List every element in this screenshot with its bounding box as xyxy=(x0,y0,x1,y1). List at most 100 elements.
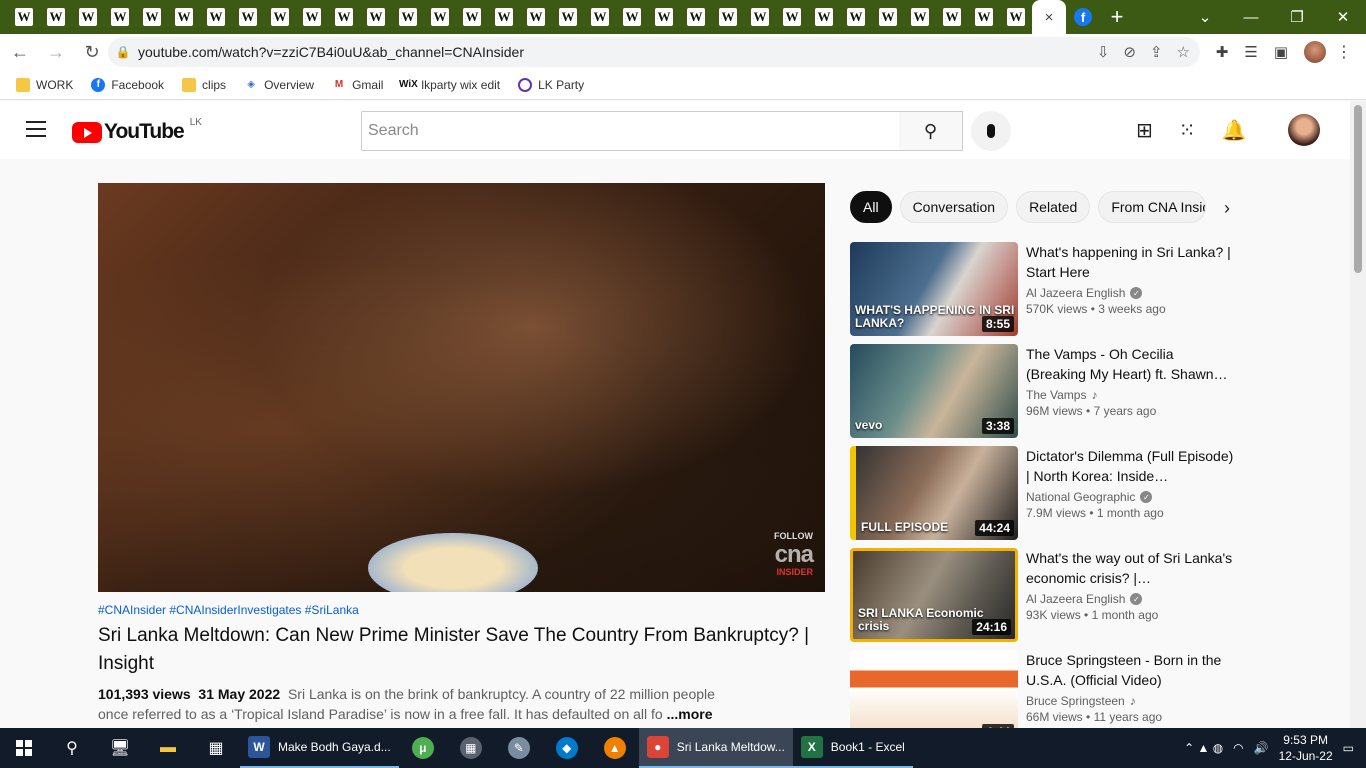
browser-tab[interactable]: W xyxy=(72,0,104,34)
side-panel-icon[interactable]: ▣ xyxy=(1274,43,1288,61)
browser-tab[interactable]: W xyxy=(744,0,776,34)
scrollbar-thumb[interactable] xyxy=(1354,105,1362,273)
browser-tab[interactable]: W xyxy=(328,0,360,34)
vscode-icon[interactable]: ◆ xyxy=(543,728,591,768)
active-tab[interactable]: × xyxy=(1032,0,1066,34)
tab-search-icon[interactable]: ⌄ xyxy=(1182,0,1228,34)
browser-tab[interactable]: W xyxy=(520,0,552,34)
browser-tab[interactable]: W xyxy=(904,0,936,34)
bookmark-item[interactable]: M Gmail xyxy=(332,78,384,92)
browser-tab[interactable]: W xyxy=(840,0,872,34)
recommendation-title[interactable]: What's the way out of Sri Lanka's econom… xyxy=(1026,548,1236,588)
channel-name[interactable]: Bruce Springsteen xyxy=(1026,694,1125,708)
browser-tab[interactable]: W xyxy=(808,0,840,34)
youtube-logo[interactable]: YouTube LK xyxy=(72,117,202,144)
bookmark-item[interactable]: f Facebook xyxy=(91,77,164,92)
recommendation-title[interactable]: Bruce Springsteen - Born in the U.S.A. (… xyxy=(1026,650,1236,690)
notifications-bell-icon[interactable]: 🔔 xyxy=(1222,118,1247,143)
browser-tab[interactable]: W xyxy=(712,0,744,34)
profile-avatar[interactable] xyxy=(1304,41,1326,63)
volume-icon[interactable]: 🔊 xyxy=(1254,741,1269,755)
computer-icon[interactable]: 🖥 xyxy=(96,728,144,768)
channel-name[interactable]: The Vamps xyxy=(1026,388,1086,402)
file-explorer-icon[interactable]: ▬ xyxy=(144,728,192,768)
taskbar-app[interactable]: W Make Bodh Gaya.d... xyxy=(240,728,399,768)
vlc-icon[interactable]: ▲ xyxy=(591,728,639,768)
bookmark-item[interactable]: clips xyxy=(182,77,226,92)
browser-tab[interactable]: W xyxy=(136,0,168,34)
browser-tab[interactable]: W xyxy=(360,0,392,34)
bookmark-item[interactable]: WORK xyxy=(16,77,73,92)
browser-tab[interactable]: W xyxy=(872,0,904,34)
video-thumbnail[interactable]: WHAT'S HAPPENING IN SRI LANKA? 8:55 xyxy=(850,242,1018,336)
browser-tab[interactable]: W xyxy=(424,0,456,34)
browser-tab[interactable]: W xyxy=(552,0,584,34)
share-icon[interactable]: ⇪ xyxy=(1150,43,1163,61)
restore-button[interactable]: ❐ xyxy=(1274,0,1320,34)
extensions-puzzle-icon[interactable]: ✚ xyxy=(1216,43,1229,61)
apps-grid-icon[interactable]: ⁙ xyxy=(1179,118,1196,143)
browser-tab[interactable]: W xyxy=(1000,0,1032,34)
browser-tab[interactable]: W xyxy=(392,0,424,34)
voice-search-button[interactable] xyxy=(971,111,1011,151)
browser-tab[interactable]: W xyxy=(968,0,1000,34)
video-description[interactable]: 101,393 views 31 May 2022 Sri Lanka is o… xyxy=(98,684,738,724)
chrome-menu-icon[interactable]: ⋮ xyxy=(1336,34,1352,70)
recommendation-title[interactable]: The Vamps - Oh Cecilia (Breaking My Hear… xyxy=(1026,344,1236,384)
taskbar-app[interactable]: ● Sri Lanka Meltdow... xyxy=(638,728,793,768)
browser-tab[interactable]: W xyxy=(8,0,40,34)
browser-tab[interactable]: W xyxy=(648,0,680,34)
close-tab-icon[interactable]: × xyxy=(1045,9,1054,26)
video-thumbnail[interactable]: SRI LANKA Economic crisis 24:16 xyxy=(850,548,1018,642)
recommendation-item[interactable]: SRI LANKA Economic crisis 24:16 What's t… xyxy=(850,548,1240,650)
control-panel-icon[interactable]: ▦ xyxy=(192,728,240,768)
clock[interactable]: 9:53 PM 12-Jun-22 xyxy=(1279,732,1333,764)
show-more-link[interactable]: ...more xyxy=(667,706,713,722)
taskbar-app[interactable]: X Book1 - Excel xyxy=(792,728,913,768)
filter-chip[interactable]: Related xyxy=(1016,191,1091,223)
channel-name[interactable]: National Geographic xyxy=(1026,490,1135,504)
minimize-button[interactable]: — xyxy=(1228,0,1274,34)
account-avatar[interactable] xyxy=(1288,114,1320,146)
bookmark-star-icon[interactable]: ☆ xyxy=(1177,43,1190,61)
browser-tab[interactable]: W xyxy=(168,0,200,34)
browser-tab[interactable]: W xyxy=(104,0,136,34)
back-button[interactable]: ← xyxy=(4,36,36,68)
filter-chip[interactable]: From CNA Insider xyxy=(1098,191,1207,223)
browser-tab[interactable]: W xyxy=(456,0,488,34)
recommendation-item[interactable]: FULL EPISODE 44:24 Dictator's Dilemma (F… xyxy=(850,446,1240,548)
close-window-button[interactable]: ✕ xyxy=(1320,0,1366,34)
lock-icon[interactable]: 🔒 xyxy=(108,45,138,59)
browser-tab[interactable]: W xyxy=(936,0,968,34)
channel-name[interactable]: Al Jazeera English xyxy=(1026,286,1125,300)
reading-list-icon[interactable]: ☰ xyxy=(1244,43,1257,61)
paint-icon[interactable]: ✎ xyxy=(495,728,543,768)
calculator-icon[interactable]: ▦ xyxy=(447,728,495,768)
browser-tab[interactable]: W xyxy=(296,0,328,34)
tray-icons[interactable]: ⌃ ▲ ◍ xyxy=(1184,741,1223,755)
recommendation-title[interactable]: Dictator's Dilemma (Full Episode) | Nort… xyxy=(1026,446,1236,486)
recommendation-title[interactable]: What's happening in Sri Lanka? | Start H… xyxy=(1026,242,1236,282)
tracking-blocked-icon[interactable]: ⊘ xyxy=(1123,43,1136,61)
browser-tab[interactable]: W xyxy=(488,0,520,34)
filter-chip[interactable]: All xyxy=(850,191,892,223)
video-player[interactable]: FOLLOW cna INSIDER xyxy=(98,183,825,592)
browser-tab[interactable]: W xyxy=(264,0,296,34)
recommendation-item[interactable]: WHAT'S HAPPENING IN SRI LANKA? 8:55 What… xyxy=(850,242,1240,344)
browser-tab[interactable]: W xyxy=(200,0,232,34)
notifications-icon[interactable]: ▭ xyxy=(1343,741,1354,755)
install-icon[interactable]: ⇩ xyxy=(1097,43,1110,61)
forward-button[interactable]: → xyxy=(40,36,72,68)
hamburger-menu-icon[interactable] xyxy=(26,121,46,137)
bookmark-item[interactable]: WiX lkparty wix edit xyxy=(399,78,500,92)
chevron-right-icon[interactable]: › xyxy=(1214,196,1240,220)
bookmark-item[interactable]: ◈ Overview xyxy=(244,78,314,92)
channel-name[interactable]: Al Jazeera English xyxy=(1026,592,1125,606)
start-button[interactable] xyxy=(0,728,48,768)
reload-button[interactable]: ↻ xyxy=(76,36,108,68)
browser-tab[interactable]: W xyxy=(584,0,616,34)
new-tab-button[interactable]: + xyxy=(1100,0,1134,34)
browser-tab[interactable]: W xyxy=(232,0,264,34)
create-video-icon[interactable]: ⊞ xyxy=(1136,118,1153,143)
search-input[interactable]: Search xyxy=(361,111,900,151)
